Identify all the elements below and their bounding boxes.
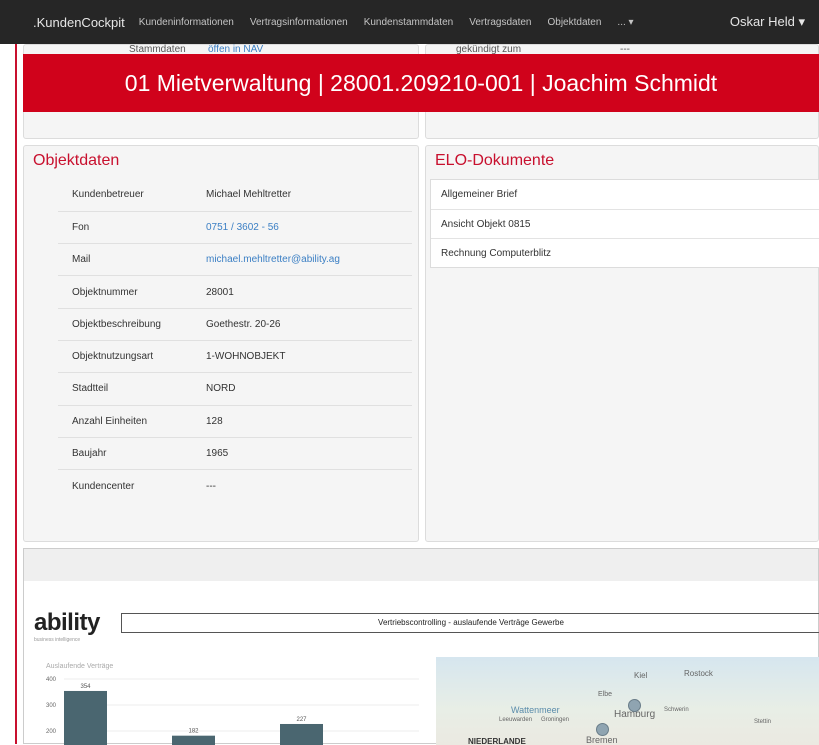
bar[interactable]	[64, 690, 107, 745]
nav-more-dropdown[interactable]: ... ▾	[617, 17, 633, 28]
nav-link-vertragsinformationen[interactable]: Vertragsinformationen	[250, 17, 348, 28]
list-item[interactable]: Ansicht Objekt 0815	[431, 209, 819, 238]
y-tick-label: 200	[46, 729, 57, 735]
mail-link[interactable]: michael.mehltretter@ability.ag	[192, 243, 412, 276]
map-label-rostock: Rostock	[684, 669, 713, 678]
row-label: Kundencenter	[58, 469, 192, 502]
map-marker-hamburg[interactable]	[628, 699, 641, 712]
bar-chart: 400 300 200 354 182 227	[46, 677, 419, 745]
banner-title: 01 Mietverwaltung | 28001.209210-001 | J…	[124, 69, 718, 96]
user-menu[interactable]: Oskar Held ▾	[730, 14, 805, 30]
row-value: 1965	[192, 436, 412, 470]
table-row: Mail michael.mehltretter@ability.ag	[58, 243, 412, 276]
row-label: Mail	[58, 243, 192, 276]
row-label: Objektnummer	[58, 275, 192, 309]
map-label-elbe: Elbe	[598, 691, 613, 698]
top-navbar: .KundenCockpit Kundeninformationen Vertr…	[0, 0, 819, 44]
table-row: Fon 0751 / 3602 - 56	[58, 210, 412, 244]
window-frame-left	[15, 44, 17, 744]
row-value: 1-WOHNOBJEKT	[192, 339, 412, 373]
row-label: Baujahr	[58, 436, 192, 470]
table-row: Anzahl Einheiten 128	[58, 404, 412, 438]
objektdaten-table: Kundenbetreuer Michael Mehltretter Fon 0751…	[58, 179, 412, 502]
contract-banner: 01 Mietverwaltung | 28001.209210-001 | J…	[23, 54, 819, 112]
row-value: ---	[192, 469, 412, 502]
nav-link-kundenstammdaten[interactable]: Kundenstammdaten	[364, 17, 454, 28]
table-row: Objektbeschreibung Goethestr. 20-26	[58, 307, 412, 341]
map-label-groningen: Groningen	[541, 717, 570, 723]
list-item[interactable]: Allgemeiner Brief	[431, 180, 819, 209]
elo-title: ELO-Dokumente	[435, 152, 555, 169]
row-value: NORD	[192, 372, 412, 406]
map-label-stettin: Stettin	[754, 719, 772, 725]
bar-value-label: 227	[296, 717, 307, 723]
map-area[interactable]: Kiel Rostock Wattenmeer Leeuwarden Groni…	[436, 657, 819, 745]
elo-document-list: Allgemeiner Brief Ansicht Objekt 0815 Rech…	[430, 179, 819, 268]
row-value: 128	[192, 404, 412, 438]
row-label: Anzahl Einheiten	[58, 404, 192, 438]
table-row: Baujahr 1965	[58, 436, 412, 470]
report-frame: ability business intelligence Vertriebsc…	[23, 548, 819, 745]
nav-link-objektdaten[interactable]: Objektdaten	[547, 17, 601, 28]
report-title: Vertriebscontrolling - auslaufende Vertr…	[121, 613, 819, 633]
table-row: Objektnummer 28001	[58, 275, 412, 309]
row-value: Michael Mehltretter	[206, 189, 292, 201]
list-item[interactable]: Rechnung Computerblitz	[431, 238, 819, 267]
row-label: Stadtteil	[58, 372, 192, 406]
map-label-schwerin: Schwerin	[664, 707, 689, 713]
y-tick-label: 300	[46, 703, 57, 709]
row-label: Objektbeschreibung	[58, 307, 192, 341]
y-tick-label: 400	[46, 677, 57, 683]
logo-subtitle: business intelligence	[34, 637, 81, 643]
table-row: Kundenbetreuer Michael Mehltretter	[58, 179, 412, 211]
bar-value-label: 182	[188, 729, 199, 735]
bar-value-label: 354	[80, 684, 91, 690]
table-row: Objektnutzungsart 1-WOHNOBJEKT	[58, 339, 412, 373]
elo-panel: ELO-Dokumente Allgemeiner Brief Ansicht O…	[425, 145, 819, 542]
map-label-leeuwarden: Leeuwarden	[499, 717, 533, 723]
row-label: Kundenbetreuer	[72, 189, 144, 201]
nav-link-kundeninformationen[interactable]: Kundeninformationen	[139, 17, 234, 28]
map-label-kiel: Kiel	[634, 671, 648, 680]
row-label: Objektnutzungsart	[58, 339, 192, 373]
map-label-wattenmeer: Wattenmeer	[511, 705, 560, 715]
chart-title: Auslaufende Verträge	[46, 663, 114, 670]
row-label: Fon	[58, 210, 192, 244]
table-row: Kundencenter ---	[58, 469, 412, 502]
brand-link[interactable]: .KundenCockpit	[33, 15, 125, 30]
row-value: Goethestr. 20-26	[192, 307, 412, 341]
table-row: Stadtteil NORD	[58, 372, 412, 406]
row-value: 28001	[192, 275, 412, 309]
objektdaten-panel: Objektdaten Kundenbetreuer Michael Mehltr…	[23, 145, 419, 542]
map-marker-bremen[interactable]	[596, 723, 609, 736]
report-toolbar	[24, 549, 818, 581]
objektdaten-title: Objektdaten	[33, 152, 120, 169]
bar[interactable]	[280, 723, 323, 745]
phone-link[interactable]: 0751 / 3602 - 56	[192, 210, 412, 244]
ability-logo: ability	[34, 609, 100, 636]
nav-link-vertragsdaten[interactable]: Vertragsdaten	[469, 17, 531, 28]
